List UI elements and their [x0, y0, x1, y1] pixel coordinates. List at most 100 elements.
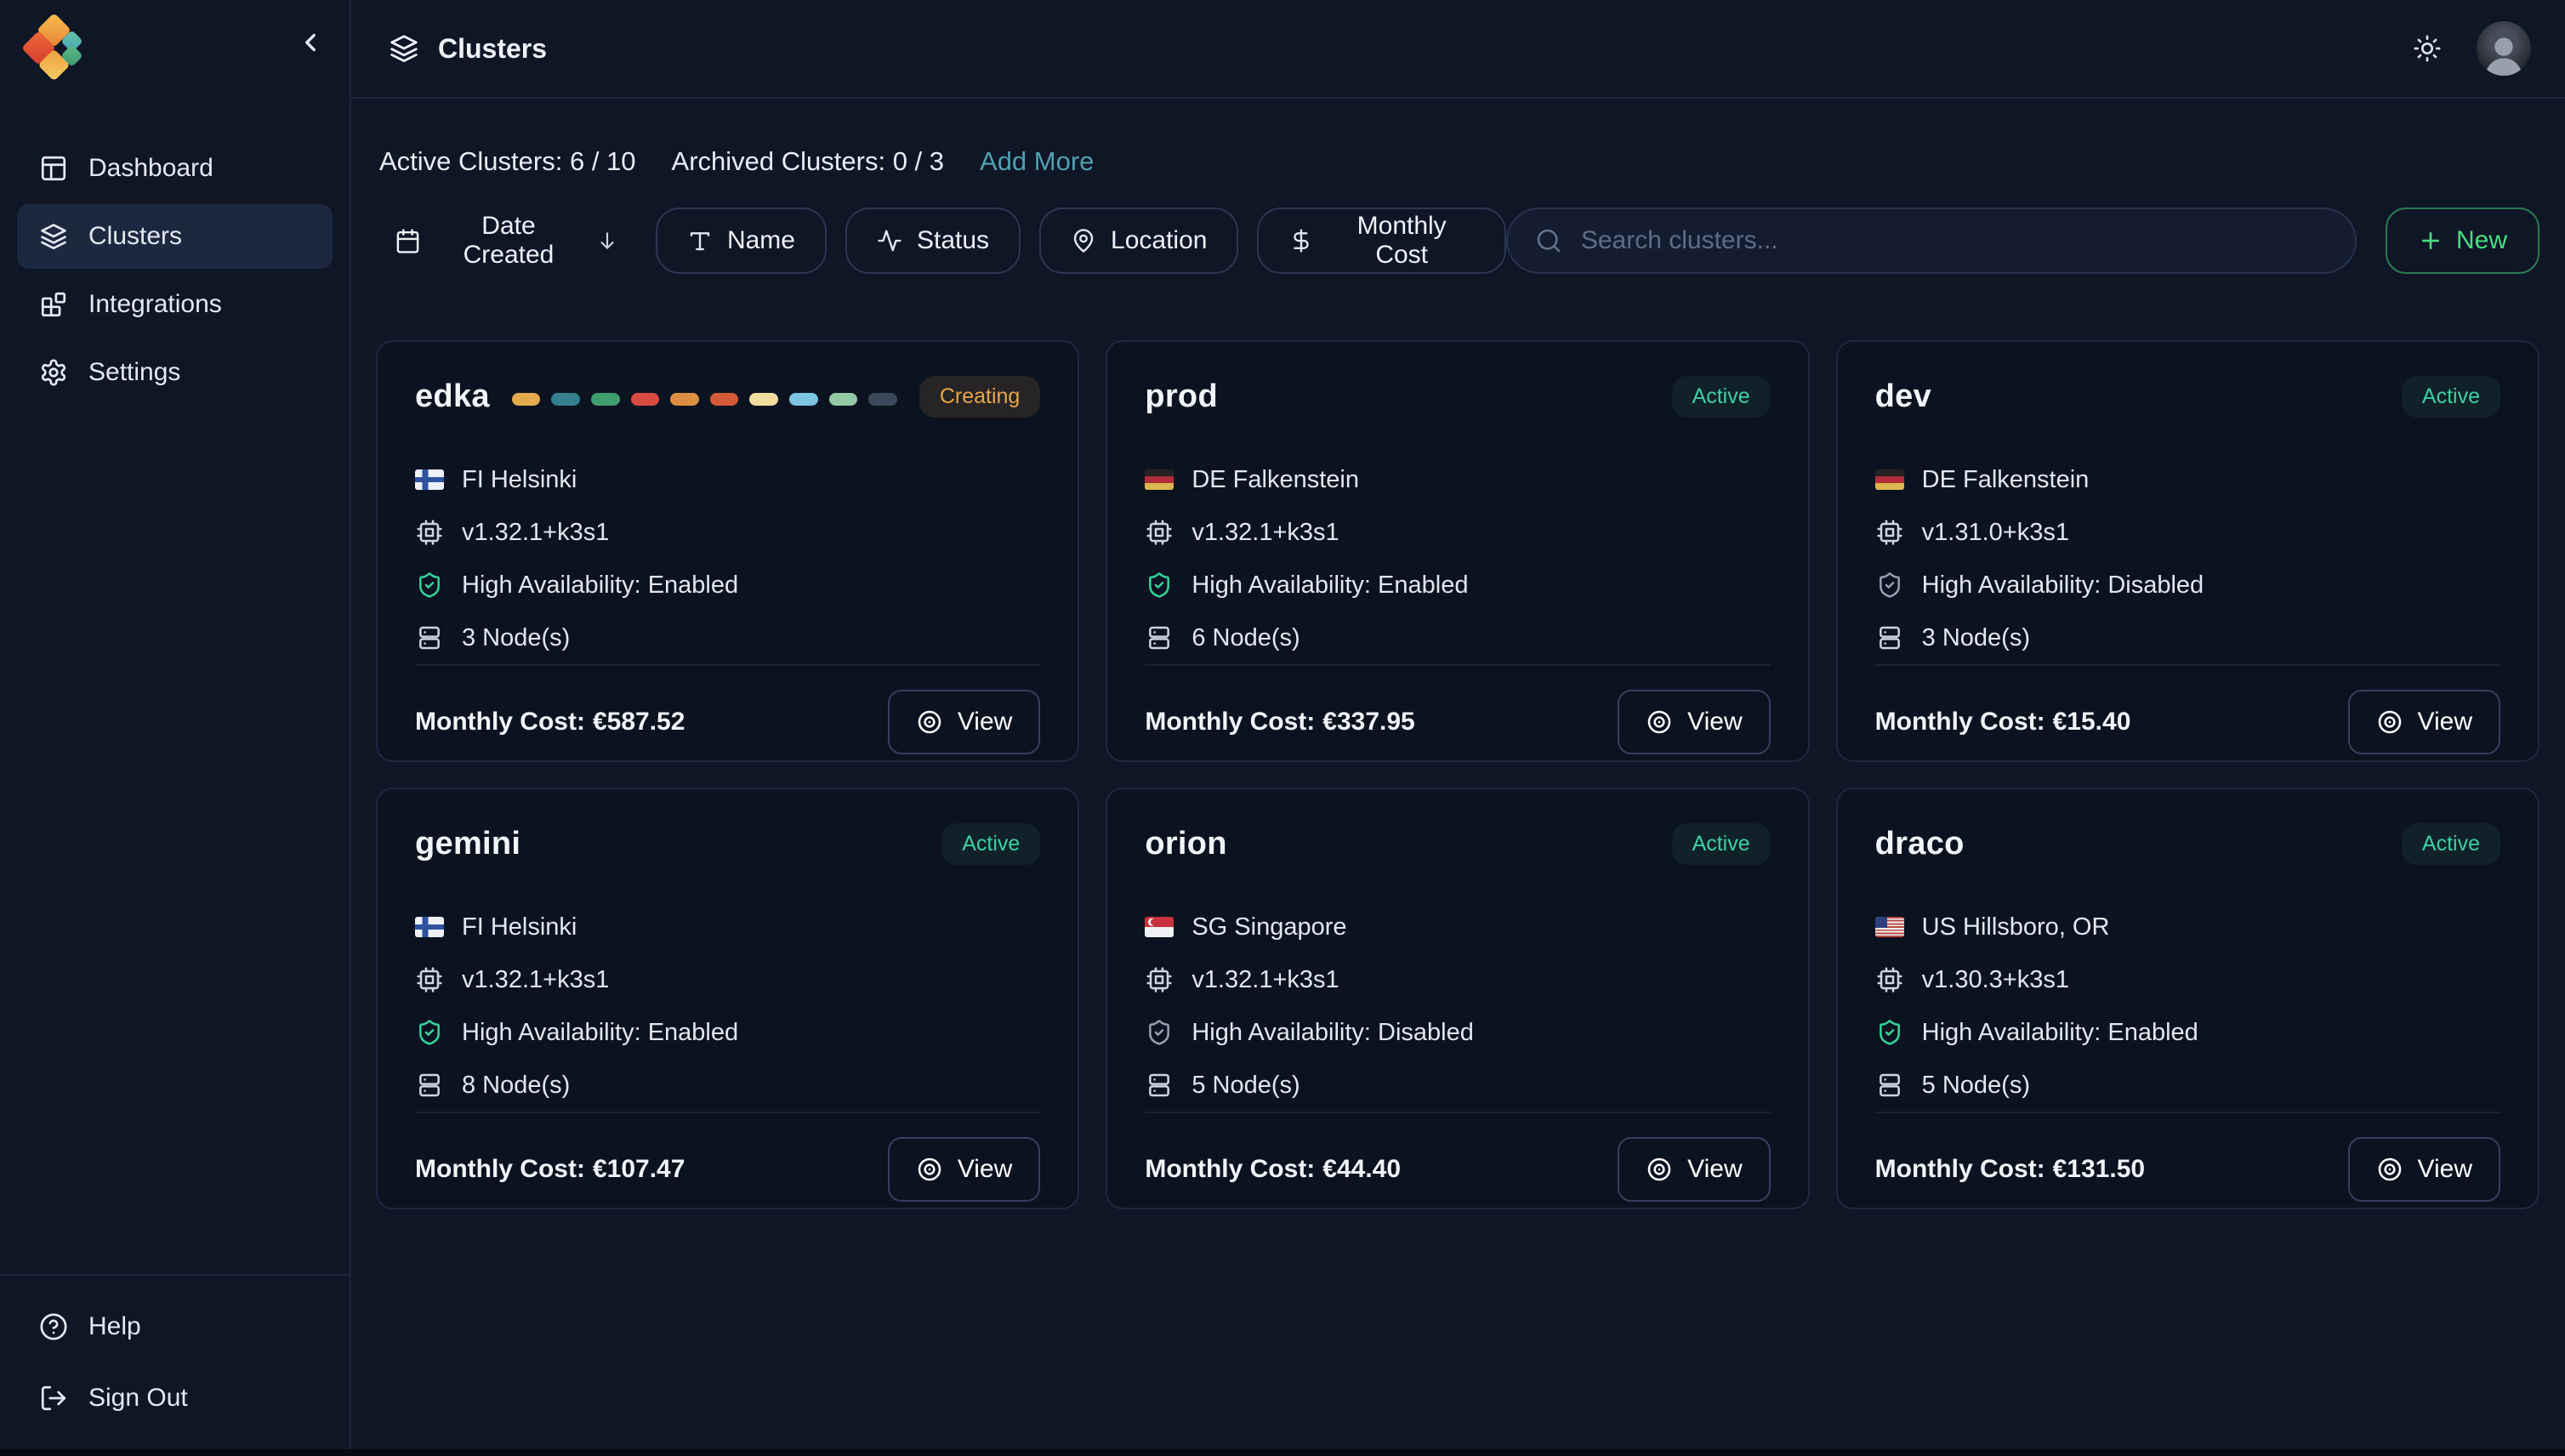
card-footer: Monthly Cost:€44.40 View	[1145, 1113, 1770, 1202]
cpu-icon	[1875, 519, 1904, 546]
monthly-cost: Monthly Cost:€131.50	[1875, 1155, 2145, 1184]
sidebar-item-label: Integrations	[88, 290, 222, 319]
country-flag	[415, 469, 444, 490]
cluster-name: prod	[1145, 378, 1218, 415]
cpu-icon	[1875, 966, 1904, 993]
status-badge: Creating	[919, 376, 1041, 418]
sidebar-item-help[interactable]: Help	[17, 1294, 333, 1359]
sidebar-nav: Dashboard Clusters Integrations Settings	[17, 136, 333, 405]
progress-segment	[551, 393, 580, 406]
card-header: edka Creating	[415, 376, 1040, 418]
cluster-card: prod Active DE Falkenstein v1.32.1+k3s1 …	[1106, 340, 1809, 762]
sidebar-item-integrations[interactable]: Integrations	[17, 272, 333, 337]
sidebar-collapse-button[interactable]	[292, 24, 329, 61]
location-text: SG Singapore	[1192, 913, 1346, 941]
dollar-icon	[1288, 228, 1314, 253]
nodes-text: 5 Node(s)	[1192, 1072, 1300, 1100]
new-cluster-button[interactable]: New	[2386, 208, 2539, 274]
type-icon	[687, 228, 713, 253]
version-text: v1.32.1+k3s1	[1192, 519, 1339, 547]
main-area: Active Clusters: 6 / 10 Archived Cluster…	[351, 99, 2565, 1456]
sidebar: Dashboard Clusters Integrations Settings	[0, 0, 351, 1456]
calendar-icon	[395, 228, 421, 254]
cpu-icon	[415, 519, 444, 546]
card-footer: Monthly Cost:€15.40 View	[1875, 666, 2500, 754]
sidebar-footer: Help Sign Out	[0, 1274, 350, 1456]
view-cluster-button[interactable]: View	[2348, 1137, 2500, 1202]
nodes-row: 8 Node(s)	[415, 1059, 1040, 1112]
search-input[interactable]	[1581, 226, 2328, 255]
location-row: DE Falkenstein	[1875, 453, 2500, 506]
nodes-row: 3 Node(s)	[415, 611, 1040, 664]
user-avatar[interactable]	[2477, 21, 2531, 76]
monthly-cost: Monthly Cost:€15.40	[1875, 708, 2131, 737]
theme-toggle-button[interactable]	[2407, 28, 2448, 69]
location-text: FI Helsinki	[462, 913, 577, 941]
card-footer: Monthly Cost:€337.95 View	[1145, 666, 1770, 754]
progress-segment	[829, 393, 858, 406]
nodes-text: 6 Node(s)	[1192, 624, 1300, 652]
sign-out-icon	[39, 1384, 68, 1413]
plus-icon	[2418, 228, 2443, 253]
cluster-grid: edka Creating FI Helsinki v1.32.1+k3s1 H…	[376, 340, 2539, 1209]
version-text: v1.30.3+k3s1	[1922, 966, 2069, 994]
filter-location-button[interactable]: Location	[1039, 208, 1238, 274]
nodes-text: 5 Node(s)	[1922, 1072, 2030, 1100]
monthly-cost: Monthly Cost:€107.47	[415, 1155, 685, 1184]
monthly-cost: Monthly Cost:€587.52	[415, 708, 685, 737]
active-clusters-stat: Active Clusters: 6 / 10	[379, 146, 636, 177]
card-details: DE Falkenstein v1.32.1+k3s1 High Availab…	[1145, 453, 1770, 664]
monthly-cost-value: €15.40	[2053, 708, 2131, 736]
view-cluster-button[interactable]: View	[2348, 690, 2500, 754]
status-badge: Active	[1672, 376, 1771, 418]
ha-row: High Availability: Enabled	[415, 1006, 1040, 1059]
server-icon	[415, 624, 444, 651]
filter-monthly-cost-button[interactable]: Monthly Cost	[1257, 208, 1505, 274]
card-details: US Hillsboro, OR v1.30.3+k3s1 High Avail…	[1875, 901, 2500, 1112]
filter-name-button[interactable]: Name	[656, 208, 827, 274]
sidebar-item-settings[interactable]: Settings	[17, 340, 333, 405]
progress-segment	[868, 393, 897, 406]
filter-status-button[interactable]: Status	[845, 208, 1021, 274]
search-bar	[1506, 208, 2357, 274]
eye-icon	[1646, 708, 1673, 736]
status-badge: Active	[2402, 376, 2500, 418]
nodes-row: 6 Node(s)	[1145, 611, 1770, 664]
version-row: v1.32.1+k3s1	[1145, 506, 1770, 559]
sidebar-item-clusters[interactable]: Clusters	[17, 204, 333, 269]
country-flag	[1875, 469, 1904, 490]
cluster-name: draco	[1875, 826, 1965, 862]
page-title: Clusters	[389, 33, 547, 65]
view-cluster-button[interactable]: View	[1618, 690, 1770, 754]
eye-icon	[1646, 1156, 1673, 1183]
ha-text: High Availability: Disabled	[1192, 1019, 1474, 1047]
ha-row: High Availability: Disabled	[1145, 1006, 1770, 1059]
sort-date-created-button[interactable]: Date Created	[376, 208, 637, 274]
progress-segment	[591, 393, 620, 406]
monthly-cost-value: €44.40	[1322, 1155, 1401, 1183]
server-icon	[415, 1072, 444, 1099]
card-footer: Monthly Cost:€131.50 View	[1875, 1113, 2500, 1202]
sidebar-item-dashboard[interactable]: Dashboard	[17, 136, 333, 201]
monthly-cost: Monthly Cost:€44.40	[1145, 1155, 1401, 1184]
card-header: gemini Active	[415, 823, 1040, 865]
card-footer: Monthly Cost:€587.52 View	[415, 666, 1040, 754]
sidebar-item-label: Dashboard	[88, 154, 213, 183]
sidebar-item-sign-out[interactable]: Sign Out	[17, 1366, 333, 1430]
view-cluster-button[interactable]: View	[1618, 1137, 1770, 1202]
cluster-card: edka Creating FI Helsinki v1.32.1+k3s1 H…	[376, 340, 1079, 762]
nodes-row: 3 Node(s)	[1875, 611, 2500, 664]
layers-icon	[389, 33, 419, 64]
server-icon	[1875, 624, 1904, 651]
app-window: Dashboard Clusters Integrations Settings	[0, 0, 2565, 1456]
server-icon	[1875, 1072, 1904, 1099]
view-cluster-button[interactable]: View	[888, 690, 1040, 754]
view-cluster-button[interactable]: View	[888, 1137, 1040, 1202]
ha-text: High Availability: Enabled	[1922, 1019, 2198, 1047]
card-footer: Monthly Cost:€107.47 View	[415, 1113, 1040, 1202]
add-more-link[interactable]: Add More	[980, 146, 1094, 177]
ha-row: High Availability: Enabled	[1145, 559, 1770, 611]
ha-text: High Availability: Disabled	[1922, 572, 2204, 600]
cluster-name: dev	[1875, 378, 1931, 415]
nodes-text: 3 Node(s)	[462, 624, 570, 652]
